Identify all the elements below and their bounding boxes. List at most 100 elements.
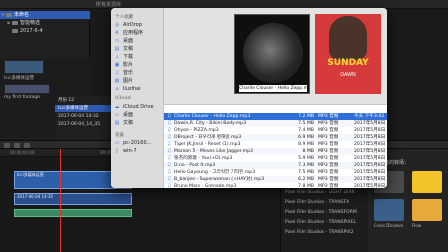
file-row[interactable]: ♫ 张杰的新歌 - You(+D).mp3 5.9 MB MP3 音频 2017年5月8… bbox=[164, 155, 387, 162]
effects-item[interactable]: Pixel Film Studios - LIGHT LEAK bbox=[285, 189, 355, 196]
music-file-icon: ♫ bbox=[167, 120, 172, 126]
sidebar-item-documents[interactable]: ▤ 文稿 bbox=[114, 119, 162, 127]
transition-thumbnail[interactable] bbox=[412, 199, 442, 221]
music-file-icon: ♫ bbox=[167, 127, 172, 133]
file-name: Bruno Mars - Grenade.mp3 bbox=[174, 184, 237, 188]
file-kind: MP3 音频 bbox=[318, 170, 339, 175]
file-kind: MP3 音频 bbox=[318, 128, 339, 133]
home-icon: ⌂ bbox=[115, 86, 119, 92]
sidebar-item-movies[interactable]: ▣ 影片 bbox=[114, 61, 162, 69]
audio-clip[interactable] bbox=[14, 209, 132, 217]
transition-thumbnail[interactable] bbox=[412, 171, 442, 193]
file-date: 2017年5月8日 bbox=[354, 177, 386, 182]
file-date: 2017年5月8日 bbox=[354, 121, 386, 126]
sidebar-item-label: 应用程序 bbox=[123, 30, 144, 36]
clip-label: Icci多媒体运营 bbox=[4, 76, 35, 81]
sidebar-item-airdrop[interactable]: ◎ AirDrop bbox=[114, 21, 162, 29]
file-name: Hello Gayoung - 그러워한 기억된.mp3 bbox=[174, 170, 256, 175]
history-back-icon[interactable] bbox=[14, 143, 20, 148]
file-date: 2017年5月8日 bbox=[354, 184, 386, 188]
file-name: D.no - Post It.mp3 bbox=[174, 163, 216, 168]
file-name: Dawin,R. City - Bikini Body.mp3 bbox=[174, 121, 247, 126]
sidebar-item-label: 文稿 bbox=[123, 46, 134, 52]
effects-item[interactable]: Pixel Film Studios - TRANSPIXEL bbox=[285, 219, 356, 226]
file-name: Charlie Clouser - Hello Zepp.mp3 bbox=[174, 114, 251, 119]
transition-thumbnail[interactable] bbox=[374, 199, 404, 221]
history-forward-icon[interactable] bbox=[24, 143, 30, 148]
effects-item[interactable]: Pixel Film Studios - TRANSFX bbox=[285, 199, 349, 206]
effects-item[interactable]: Pixel Film Studios - TRANSFORM bbox=[285, 209, 357, 216]
sidebar-item-disk[interactable]: ▯ win-7 bbox=[114, 147, 162, 155]
file-preview: Charlie Clouser - Hello Zepp.mp3 SUNDAY … bbox=[164, 8, 387, 105]
file-date: 2017年5月8日 bbox=[354, 170, 386, 175]
computer-icon: ▭ bbox=[114, 140, 120, 146]
music-file-icon: ♫ bbox=[167, 134, 172, 140]
library-item-untitled[interactable]: ▼ 未命名 bbox=[0, 11, 90, 19]
file-size: 7.5 MB bbox=[298, 121, 314, 126]
file-size: 6.2 MB bbox=[298, 177, 314, 182]
file-size: 6.9 MB bbox=[298, 135, 314, 140]
folder-icon bbox=[12, 20, 18, 25]
sidebar-item-icloud-drive[interactable]: ☁ iCloud Drive bbox=[114, 103, 162, 111]
sidebar-item-desktop[interactable]: ▭ 桌面 bbox=[114, 111, 162, 119]
file-row[interactable]: ♫ Dawin,R. City - Bikini Body.mp3 7.5 MB MP… bbox=[164, 120, 387, 127]
music-file-icon: ♫ bbox=[167, 169, 172, 175]
file-row[interactable]: ♫ Maroon 5 - Moves Like Jagger.mp3 8 MB MP3… bbox=[164, 148, 387, 155]
file-kind: MP3 音频 bbox=[318, 184, 339, 188]
file-row[interactable]: ♫ Ohyoo - PIZZA.mp3 7.4 MB MP3 音频 2017年5月8日 bbox=[164, 127, 387, 134]
file-row[interactable]: ♫ OBroject - 묘우리게 명해랑.mp3 6.9 MB MP3 音频 2017… bbox=[164, 134, 387, 141]
sidebar-item-label: AirDrop bbox=[123, 22, 142, 28]
sidebar-item-label: 桌面 bbox=[123, 38, 134, 44]
sidebar-item-desktop[interactable]: ▭ 桌面 bbox=[114, 37, 162, 45]
file-kind: MP3 音频 bbox=[318, 142, 339, 147]
sidebar-item-downloads[interactable]: ↓ 下载 bbox=[114, 53, 162, 61]
music-file-icon: ♫ bbox=[167, 141, 172, 147]
file-row[interactable]: ♫ Bruno Mars - Grenade.mp3 7.8 MB MP3 音频 201… bbox=[164, 183, 387, 188]
file-list[interactable]: ♫ Charlie Clouser - Hello Zepp.mp3 7.2 MB M… bbox=[164, 105, 387, 188]
sidebar-item-applications[interactable]: A 应用程序 bbox=[114, 29, 162, 37]
file-name: Maroon 5 - Moves Like Jagger.mp3 bbox=[174, 149, 253, 154]
sidebar-item-label: liuzihai bbox=[123, 86, 141, 92]
clip-label: Icci多媒体运营 bbox=[17, 172, 44, 177]
library-item-smart[interactable]: ▶ 智能精选 bbox=[0, 19, 90, 27]
file-row[interactable]: ♫ Hello Gayoung - 그러워한 기억된.mp3 7.5 MB MP3 音… bbox=[164, 169, 387, 176]
sidebar-item-computer[interactable]: ▭ pc-20160... bbox=[114, 139, 162, 147]
transition-label: Cross Dissolve bbox=[374, 223, 403, 228]
file-date: 2017年5月8日 bbox=[354, 149, 386, 154]
file-date: 今天 下午3:42 bbox=[354, 114, 385, 119]
sidebar-item-music[interactable]: ♫ 音乐 bbox=[114, 69, 162, 77]
file-name: OBroject - 묘우리게 명해랑.mp3 bbox=[174, 135, 242, 140]
airdrop-icon: ◎ bbox=[114, 22, 120, 28]
cover-subtitle: DAWN bbox=[340, 72, 356, 78]
cover-title: SUNDAY bbox=[327, 58, 369, 68]
sidebar-section-icloud: iCloud bbox=[115, 96, 131, 101]
sidebar-item-pictures[interactable]: ▧ 图片 bbox=[114, 77, 162, 85]
library-label: 未命名 bbox=[14, 12, 30, 18]
sidebar-item-label: iCloud Drive bbox=[123, 104, 154, 110]
music-file-icon: ♫ bbox=[167, 113, 172, 119]
file-row[interactable]: ♫ Tiger JK,Jinsil - Reset (1).mp3 8.9 MB MP… bbox=[164, 141, 387, 148]
file-kind: MP3 音频 bbox=[318, 177, 339, 182]
clip-thumbnail[interactable] bbox=[4, 60, 44, 74]
sidebar-section-favorites: 个人收藏 bbox=[115, 15, 133, 20]
file-row[interactable]: ♫ Charlie Clouser - Hello Zepp.mp3 7.2 MB M… bbox=[164, 113, 387, 120]
effects-item[interactable]: Pixel Film Studios - TRANSPIX2 bbox=[285, 229, 354, 236]
file-size: 7.2 MB bbox=[298, 114, 314, 119]
sidebar-item-home[interactable]: ⌂ liuzihai bbox=[114, 85, 162, 93]
file-row[interactable]: ♫ D.no - Post It.mp3 7.3 MB MP3 音频 2017年5月8日 bbox=[164, 162, 387, 169]
library-title: 所有资源库 bbox=[96, 2, 122, 8]
sidebar-item-label: 图片 bbox=[123, 78, 134, 84]
file-name: 张杰的新歌 - You(+D).mp3 bbox=[174, 156, 233, 161]
album-art bbox=[243, 23, 303, 83]
index-icon[interactable] bbox=[4, 143, 10, 148]
sidebar-item-documents[interactable]: ▤ 文稿 bbox=[114, 45, 162, 53]
clip-thumbnail[interactable] bbox=[4, 84, 50, 94]
file-row[interactable]: ♫ B_banjee - Superwoman (+HAY对).mp3 6.2 MB… bbox=[164, 176, 387, 183]
library-label: 智能精选 bbox=[20, 20, 41, 26]
library-item-event[interactable]: 2017-6-4 bbox=[0, 27, 90, 35]
desktop-icon: ▭ bbox=[114, 38, 120, 44]
playhead[interactable] bbox=[60, 149, 61, 252]
file-size: 7.5 MB bbox=[298, 170, 314, 175]
file-name: Ohyoo - PIZZA.mp3 bbox=[174, 128, 219, 133]
sidebar-item-label: 影片 bbox=[123, 62, 134, 68]
